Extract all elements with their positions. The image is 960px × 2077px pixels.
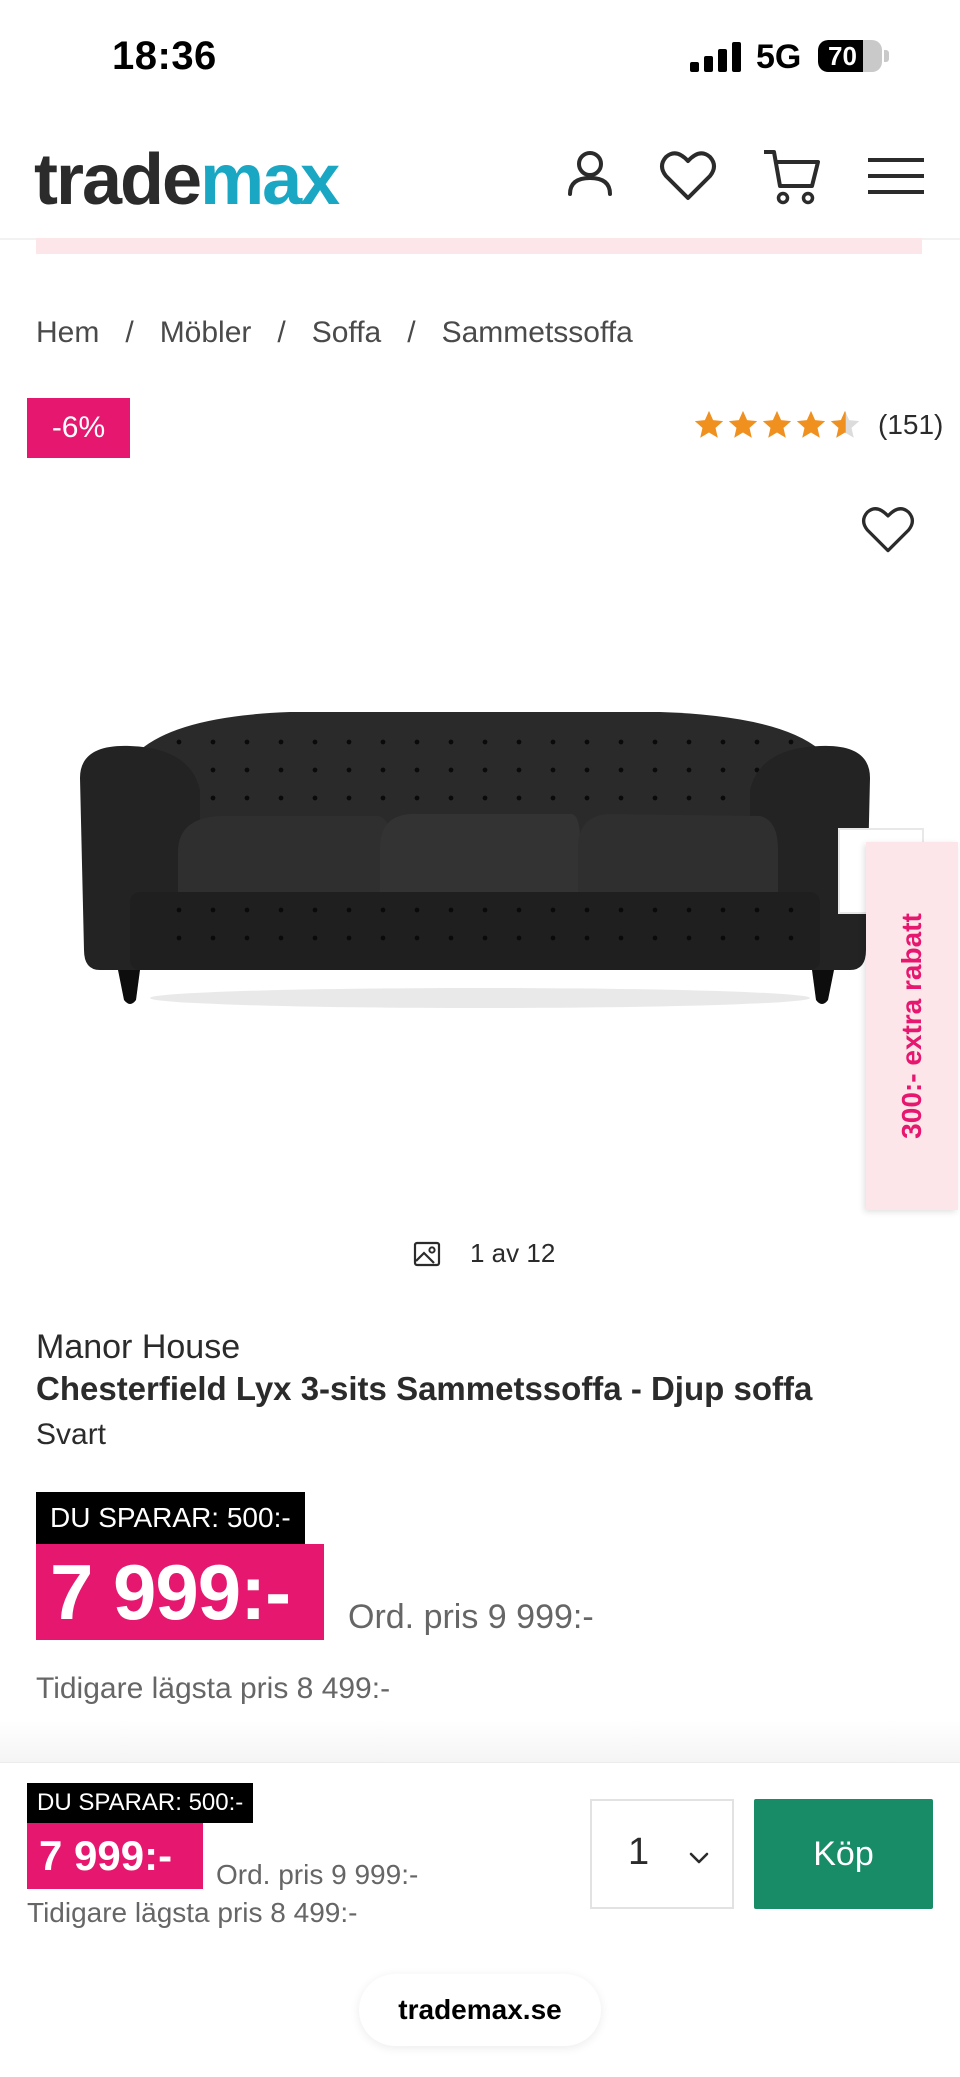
star-icon [762,410,792,438]
half-star-icon [830,410,860,438]
breadcrumb-item-mobler[interactable]: Möbler [160,316,252,350]
browser-url-pill[interactable]: trademax.se [359,1974,601,2046]
product-brand[interactable]: Manor House [36,1328,240,1367]
status-bar: 18:36 5G 70 [0,0,960,110]
signal-icon [690,42,741,72]
promo-strip[interactable] [36,238,922,254]
breadcrumb: Hem / Möbler / Soffa / Sammetssoffa [36,316,633,350]
battery-icon: 70 [818,40,882,72]
sticky-price: 7 999:- [27,1823,203,1889]
save-tag: DU SPARAR: 500:- [36,1492,305,1544]
battery-cap [884,50,889,62]
trademax-logo[interactable]: trademax [34,140,340,220]
content-fade [0,1720,960,1768]
star-icon [694,410,724,438]
user-icon[interactable] [558,144,622,208]
wishlist-heart-icon[interactable] [656,144,720,208]
star-icon [796,410,826,438]
logo-part-trade: trade [34,140,202,220]
buy-button[interactable]: Köp [754,1799,933,1909]
battery-level: 70 [828,41,857,71]
add-to-favorites-heart-icon[interactable] [858,500,918,560]
breadcrumb-separator: / [407,316,416,349]
lowest-price: Tidigare lägsta pris 8 499:- [36,1672,391,1705]
network-label: 5G [756,38,802,76]
sticky-lowest-price: Tidigare lägsta pris 8 499:- [27,1897,358,1928]
breadcrumb-item-soffa[interactable]: Soffa [312,316,382,350]
logo-part-max: max [200,140,340,220]
star-icon [728,410,758,438]
price: 7 999:- [36,1544,324,1640]
discount-badge: -6% [27,398,130,458]
sticky-save-tag: DU SPARAR: 500:- [27,1783,254,1823]
cart-icon[interactable] [760,144,824,208]
quantity-select[interactable]: 1 [590,1799,734,1909]
status-time: 18:36 [112,34,217,78]
product-image-sofa[interactable] [60,700,890,1030]
extra-discount-label: 300:- extra rabatt [896,913,927,1139]
image-counter: 1 av 12 [412,1238,555,1269]
product-color: Svart [36,1418,107,1451]
menu-icon[interactable] [864,144,928,208]
extra-discount-tab[interactable]: 300:- extra rabatt [866,842,958,1210]
breadcrumb-separator: / [277,316,286,349]
sticky-ordinary-price: Ord. pris 9 999:- [216,1859,419,1890]
quantity-value: 1 [628,1831,650,1873]
product-rating[interactable]: (151) [692,408,943,442]
rating-count: (151) [878,409,944,440]
breadcrumb-item-sammetssoffa[interactable]: Sammetssoffa [442,316,633,350]
breadcrumb-item-hem[interactable]: Hem [36,316,99,350]
chevron-down-icon [689,1852,709,1864]
product-title: Chesterfield Lyx 3-sits Sammetssoffa - D… [36,1370,813,1407]
ordinary-price: Ord. pris 9 999:- [348,1598,594,1636]
site-header: trademax [0,110,960,240]
image-gallery-icon [413,1241,441,1266]
image-counter-text: 1 av 12 [470,1238,556,1268]
breadcrumb-separator: / [125,316,134,349]
